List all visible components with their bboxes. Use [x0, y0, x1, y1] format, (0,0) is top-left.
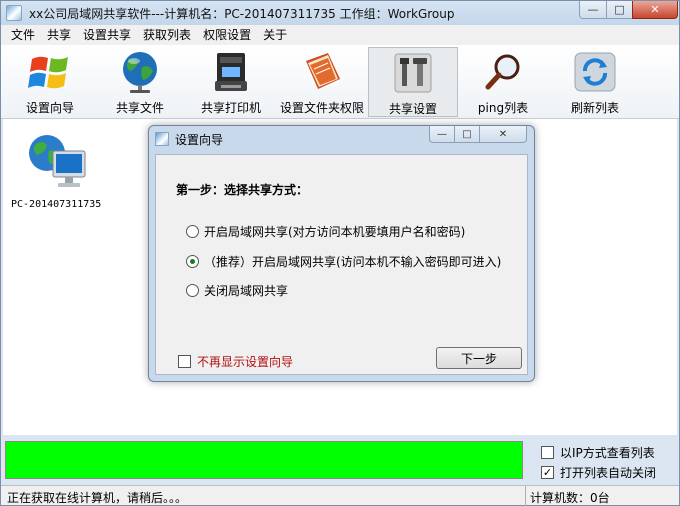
app-icon [6, 5, 22, 21]
dialog-maximize-button[interactable]: □ [454, 126, 480, 143]
computer-icon[interactable] [25, 129, 91, 195]
auto-close-label: 打开列表自动关闭 [560, 466, 657, 480]
toolbar: 设置向导 共享文件 共享打印机 设置文件夹权限 共享设置 ping列表 刷新列表 [1, 45, 679, 119]
dialog-close-button[interactable]: ✕ [479, 126, 527, 143]
toolbar-label: 设置向导 [25, 101, 74, 115]
toolbar-button-folder-permissions[interactable]: 设置文件夹权限 [279, 47, 365, 117]
refresh-icon [571, 49, 619, 95]
toolbar-button-wizard[interactable]: 设置向导 [21, 47, 79, 117]
radio-label: 开启局域网共享(对方访问本机要填用户名和密码) [204, 225, 466, 239]
radio-button[interactable] [186, 225, 199, 238]
status-bar: 正在获取在线计算机，请稍后。。。 计算机数：0台 [1, 485, 679, 506]
toolbar-button-ping-list[interactable]: ping列表 [475, 47, 531, 117]
magnifier-icon [479, 49, 527, 95]
toolbar-label: ping列表 [477, 101, 529, 115]
menu-permissions[interactable]: 权限设置 [197, 25, 257, 45]
step-heading: 第一步：选择共享方式： [176, 183, 309, 197]
minimize-button[interactable]: — [579, 1, 607, 19]
globe-icon [116, 49, 164, 95]
toolbar-label: 共享文件 [115, 101, 164, 115]
radio-disable-share[interactable]: 关闭局域网共享 [186, 282, 288, 299]
dialog-app-icon [155, 132, 169, 146]
menu-share[interactable]: 共享 [41, 25, 77, 45]
radio-label: （推荐）开启局域网共享(访问本机不输入密码即可进入) [204, 255, 502, 269]
tools-icon [389, 50, 437, 96]
maximize-icon: □ [462, 128, 472, 140]
menu-get-list[interactable]: 获取列表 [137, 25, 197, 45]
main-window: xx公司局域网共享软件---计算机名：PC-201407311735 工作组：W… [0, 0, 680, 506]
dialog-body: 第一步：选择共享方式： 开启局域网共享(对方访问本机要填用户名和密码) （推荐）… [155, 154, 528, 375]
printer-icon [207, 49, 255, 95]
next-step-button[interactable]: 下一步 [436, 347, 522, 369]
close-icon: ✕ [498, 128, 508, 140]
dialog-minimize-button[interactable]: — [429, 126, 455, 143]
dont-show-again-label: 不再显示设置向导 [197, 355, 294, 369]
toolbar-button-share-printer[interactable]: 共享打印机 [199, 47, 263, 117]
radio-button-selected[interactable] [186, 255, 199, 268]
computer-name: PC-201407311735 [11, 199, 102, 210]
maximize-button[interactable]: □ [606, 1, 633, 19]
title-bar: xx公司局域网共享软件---计算机名：PC-201407311735 工作组：W… [1, 1, 679, 25]
menu-file[interactable]: 文件 [5, 25, 41, 45]
dont-show-again-checkbox[interactable]: 不再显示设置向导 [178, 353, 293, 370]
radio-label: 关闭局域网共享 [204, 284, 289, 298]
radio-share-no-password[interactable]: （推荐）开启局域网共享(访问本机不输入密码即可进入) [186, 253, 501, 270]
dialog-title: 设置向导 [175, 133, 224, 147]
close-button[interactable]: ✕ [632, 1, 678, 19]
book-icon [298, 49, 346, 95]
view-by-ip-label: 以IP方式查看列表 [560, 446, 655, 460]
computer-count: 计算机数：0台 [525, 486, 610, 506]
progress-bar [5, 441, 523, 479]
toolbar-button-share-files[interactable]: 共享文件 [113, 47, 167, 117]
radio-button[interactable] [186, 284, 199, 297]
view-by-ip-checkbox[interactable]: 以IP方式查看列表 [541, 444, 655, 461]
maximize-icon: □ [614, 3, 625, 16]
checkbox-checked[interactable]: ✓ [541, 466, 554, 479]
checkbox-unchecked[interactable] [178, 355, 191, 368]
toolbar-label: 设置文件夹权限 [279, 101, 364, 115]
menu-bar: 文件 共享 设置共享 获取列表 权限设置 关于 [1, 25, 679, 45]
toolbar-label: 刷新列表 [570, 101, 619, 115]
close-icon: ✕ [650, 3, 660, 16]
status-message: 正在获取在线计算机，请稍后。。。 [7, 491, 188, 505]
toolbar-button-refresh[interactable]: 刷新列表 [565, 47, 625, 117]
toolbar-button-share-settings[interactable]: 共享设置 [368, 47, 458, 117]
minimize-icon: — [437, 128, 447, 140]
setup-wizard-dialog: 设置向导 — □ ✕ 第一步：选择共享方式： 开启局域网共享(对方访问本机要填用… [148, 125, 535, 382]
menu-about[interactable]: 关于 [257, 25, 293, 45]
auto-close-checkbox[interactable]: ✓ 打开列表自动关闭 [541, 464, 656, 481]
windows-logo-icon [26, 49, 74, 95]
checkbox-unchecked[interactable] [541, 446, 554, 459]
radio-share-with-password[interactable]: 开启局域网共享(对方访问本机要填用户名和密码) [186, 223, 465, 240]
minimize-icon: — [587, 3, 599, 16]
window-title: xx公司局域网共享软件---计算机名：PC-201407311735 工作组：W… [29, 7, 455, 21]
toolbar-label: 共享打印机 [200, 101, 261, 115]
toolbar-label: 共享设置 [388, 102, 437, 116]
menu-share-settings[interactable]: 设置共享 [77, 25, 137, 45]
